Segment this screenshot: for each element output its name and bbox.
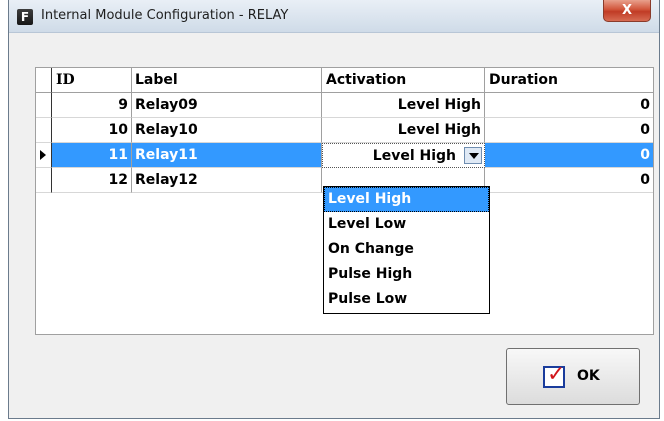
activation-combobox-value: Level High [372, 148, 456, 164]
dialog-window: F Internal Module Configuration - RELAY … [8, 0, 660, 419]
checkbox-check-icon: ✓ [543, 364, 565, 388]
dropdown-option[interactable]: Pulse Low [324, 287, 489, 312]
cell-id[interactable]: 9 [52, 93, 132, 118]
dropdown-option[interactable]: Pulse High [324, 262, 489, 287]
cell-label[interactable]: Relay12 [132, 168, 322, 193]
cell-duration[interactable]: 0 [485, 168, 653, 193]
column-header-label[interactable]: Label [132, 68, 322, 93]
window-title: Internal Module Configuration - RELAY [41, 8, 289, 23]
close-button[interactable]: X [603, 0, 651, 22]
cell-id[interactable]: 10 [52, 118, 132, 143]
row-indicator-cell[interactable] [36, 143, 52, 168]
header-indicator-cell [36, 68, 52, 93]
row-indicator-cell[interactable] [36, 118, 52, 143]
activation-dropdown-list[interactable]: Level High Level Low On Change Pulse Hig… [323, 186, 490, 314]
cell-id[interactable]: 12 [52, 168, 132, 193]
current-row-arrow-icon [40, 150, 46, 160]
row-indicator-cell[interactable] [36, 168, 52, 193]
cell-duration[interactable]: 0 [485, 93, 653, 118]
app-logo-icon: F [17, 9, 33, 25]
row-indicator-cell[interactable] [36, 93, 52, 118]
cell-duration[interactable]: 0 [485, 143, 653, 168]
title-bar[interactable]: F Internal Module Configuration - RELAY … [9, 0, 659, 33]
table-row[interactable]: 9 Relay09 Level High 0 [36, 93, 653, 118]
column-header-activation[interactable]: Activation [322, 68, 485, 93]
cell-duration[interactable]: 0 [485, 118, 653, 143]
column-header-duration[interactable]: Duration [485, 68, 653, 93]
dropdown-option[interactable]: Level High [324, 187, 489, 212]
cell-label[interactable]: Relay09 [132, 93, 322, 118]
table-row-selected[interactable]: 11 Relay11 Level High 0 [36, 143, 653, 168]
chevron-down-icon[interactable] [464, 147, 482, 164]
grid-header-row: ID Label Activation Duration [36, 68, 653, 93]
cell-label[interactable]: Relay11 [132, 143, 322, 168]
dropdown-option[interactable]: Level Low [324, 212, 489, 237]
ok-button-label: OK [577, 368, 600, 384]
cell-label[interactable]: Relay10 [132, 118, 322, 143]
dropdown-option[interactable]: On Change [324, 237, 489, 262]
table-row[interactable]: 10 Relay10 Level High 0 [36, 118, 653, 143]
ok-button[interactable]: ✓ OK [506, 348, 640, 405]
cell-activation[interactable]: Level High [322, 118, 485, 143]
cell-id[interactable]: 11 [52, 143, 132, 168]
activation-combobox[interactable]: Level High [322, 143, 485, 168]
column-header-id[interactable]: ID [52, 68, 132, 93]
cell-activation[interactable]: Level High [322, 93, 485, 118]
